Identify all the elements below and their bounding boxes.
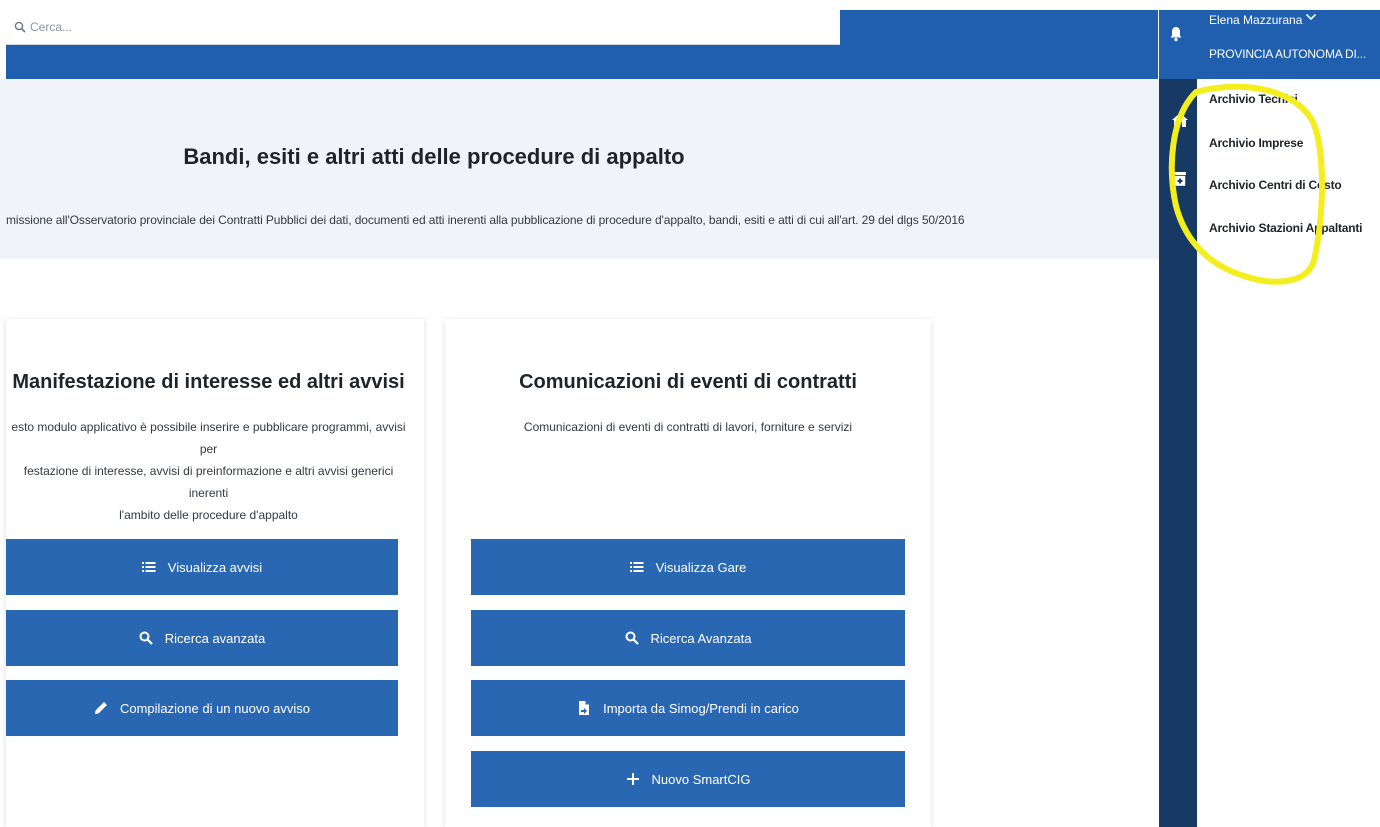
- plus-icon: [626, 773, 639, 785]
- button-label: Importa da Simog/Prendi in carico: [603, 700, 799, 716]
- button-label: Nuovo SmartCIG: [651, 771, 751, 787]
- card-title-avvisi: Manifestazione di interesse ed altri avv…: [12, 371, 405, 393]
- nuovo-smartcig-button[interactable]: Nuovo SmartCIG: [471, 751, 905, 807]
- search-icon: [139, 631, 153, 645]
- page-title: Bandi, esiti e altri atti delle procedur…: [183, 144, 685, 169]
- card-description-line: esto modulo applicativo è possibile inse…: [11, 420, 406, 456]
- ricerca-avanzata-avvisi-button[interactable]: Ricerca avanzata: [6, 610, 398, 666]
- chevron-down-icon[interactable]: [1305, 12, 1317, 22]
- button-label: Visualizza Gare: [655, 559, 747, 575]
- visualizza-avvisi-button[interactable]: Visualizza avvisi: [6, 539, 398, 595]
- file-import-icon: [579, 701, 590, 715]
- card-title-eventi: Comunicazioni di eventi di contratti: [519, 371, 857, 393]
- ricerca-avanzata-gare-button[interactable]: Ricerca Avanzata: [471, 610, 905, 666]
- button-label: Ricerca avanzata: [164, 630, 266, 646]
- search-icon: [625, 631, 639, 645]
- list-icon: [141, 562, 156, 572]
- importa-simog-button[interactable]: Importa da Simog/Prendi in carico: [471, 680, 905, 736]
- card-description-line: Comunicazioni di eventi di contratti di …: [523, 420, 853, 434]
- visualizza-gare-button[interactable]: Visualizza Gare: [471, 539, 905, 595]
- nuovo-avviso-button[interactable]: Compilazione di un nuovo avviso: [6, 680, 398, 736]
- archive-icon[interactable]: [1174, 172, 1186, 186]
- page-subtitle: missione all'Osservatorio provinciale de…: [6, 213, 965, 227]
- list-icon: [629, 562, 644, 572]
- card-description-eventi: Comunicazioni di eventi di contratti di …: [445, 416, 931, 438]
- search-input[interactable]: [30, 20, 810, 34]
- menu-item-archivio-stazioni-appaltanti[interactable]: Archivio Stazioni Appaltanti: [1209, 221, 1363, 235]
- pencil-icon: [94, 702, 107, 714]
- menu-item-archivio-imprese[interactable]: Archivio Imprese: [1209, 136, 1303, 150]
- menu-item-archivio-tecnici[interactable]: Archivio Tecnici: [1209, 92, 1298, 106]
- sidebar: [1159, 79, 1197, 827]
- menu-item-archivio-centri-di-costo[interactable]: Archivio Centri di Costo: [1209, 178, 1342, 192]
- card-description-avvisi: esto modulo applicativo è possibile inse…: [6, 416, 411, 526]
- search-box[interactable]: [6, 10, 840, 45]
- home-icon[interactable]: [1171, 112, 1189, 128]
- search-icon: [14, 21, 26, 33]
- organization-name: PROVINCIA AUTONOMA DI...: [1209, 47, 1367, 61]
- card-description-line: l'ambito delle procedure d'appalto: [119, 508, 298, 522]
- button-label: Ricerca Avanzata: [650, 630, 752, 646]
- button-label: Visualizza avvisi: [167, 559, 263, 575]
- bell-icon[interactable]: [1169, 26, 1183, 42]
- user-name[interactable]: Elena Mazzurana: [1209, 13, 1302, 27]
- button-label: Compilazione di un nuovo avviso: [119, 700, 311, 716]
- card-description-line: festazione di interesse, avvisi di prein…: [23, 464, 394, 500]
